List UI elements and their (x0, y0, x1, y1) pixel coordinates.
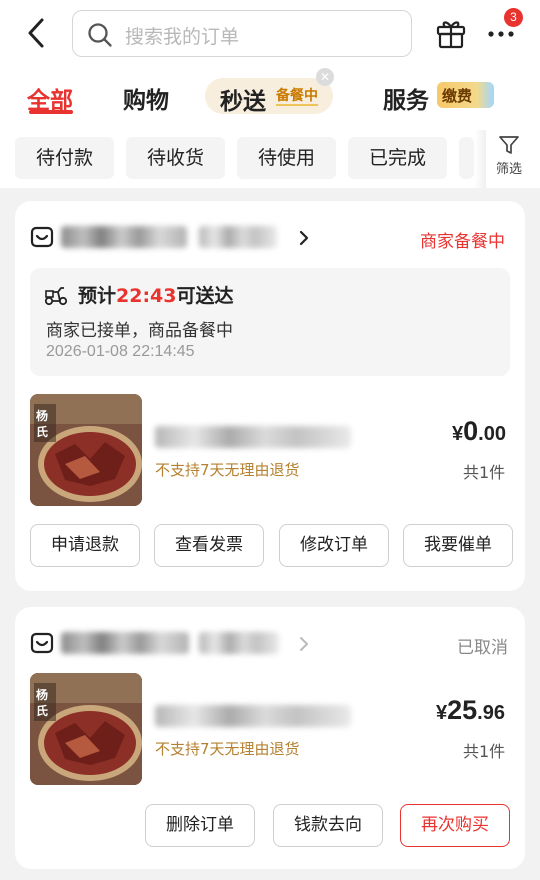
order-status: 已取消 (457, 638, 508, 658)
product-thumbnail[interactable]: 杨 氏 (30, 394, 142, 506)
store-icon (30, 226, 54, 248)
food-image: 杨 氏 (30, 673, 142, 785)
chevron-right-icon[interactable] (297, 229, 311, 247)
active-tab-indicator (29, 110, 73, 114)
refund-tracking-button[interactable]: 钱款去向 (273, 804, 383, 847)
order-card[interactable]: 已取消 杨 氏 不支持7天无理由退货 ¥25.96 共1件 删除订单 钱款去向 … (15, 607, 525, 869)
delete-order-button[interactable]: 删除订单 (145, 804, 255, 847)
search-placeholder: 搜索我的订单 (125, 26, 240, 48)
service-badge: 缴费 (437, 82, 494, 108)
tab-flash-delivery[interactable]: 秒送 备餐中 (205, 78, 333, 115)
funnel-icon (499, 136, 519, 154)
top-bar: 搜索我的订单 3 (0, 0, 540, 68)
notification-badge: 3 (504, 8, 523, 27)
svg-text:氏: 氏 (36, 703, 48, 718)
tab-flash-status: 备餐中 (276, 88, 318, 106)
store-name-redacted (61, 226, 187, 248)
return-policy-note: 不支持7天无理由退货 (155, 740, 300, 758)
category-tabs: 全部 购物 秒送 备餐中 ✕ 服务 缴费 (0, 68, 540, 130)
search-icon (88, 23, 112, 47)
service-badge-label: 缴费 (442, 87, 473, 105)
tab-flash-label: 秒送 (220, 89, 266, 115)
modify-order-button[interactable]: 修改订单 (279, 524, 389, 567)
urge-order-button[interactable]: 我要催单 (403, 524, 513, 567)
item-quantity: 共1件 (463, 463, 506, 482)
store-name-redacted (61, 632, 189, 654)
filter-label: 筛选 (495, 162, 522, 177)
food-image: 杨 氏 (30, 394, 142, 506)
request-refund-button[interactable]: 申请退款 (30, 524, 140, 567)
item-quantity: 共1件 (463, 742, 506, 761)
chevron-right-icon[interactable] (297, 635, 311, 653)
tab-shopping[interactable]: 购物 (123, 81, 169, 115)
svg-text:氏: 氏 (36, 424, 48, 439)
filter-bar: 待付款 待收货 待使用 已完成 筛选 (0, 130, 540, 188)
svg-text:杨: 杨 (36, 687, 48, 702)
filter-chip-completed[interactable]: 已完成 (348, 137, 447, 179)
eta-time: 22:43 (116, 285, 177, 307)
delivery-info-box: 预计22:43可送达 商家已接单，商品备餐中 2026-01-08 22:14:… (30, 268, 510, 376)
gift-icon[interactable] (434, 16, 468, 50)
eta-text: 预计22:43可送达 (78, 285, 234, 307)
filter-chip-pending-payment[interactable]: 待付款 (15, 137, 114, 179)
store-name-redacted (199, 226, 277, 248)
product-name-redacted (155, 426, 351, 448)
tab-service[interactable]: 服务 (383, 81, 429, 115)
view-invoice-button[interactable]: 查看发票 (154, 524, 264, 567)
back-arrow-icon[interactable] (22, 16, 52, 50)
order-card[interactable]: 商家备餐中 预计22:43可送达 商家已接单，商品备餐中 2026-01-08 … (15, 201, 525, 591)
filter-chip-partial[interactable] (459, 137, 474, 179)
return-policy-note: 不支持7天无理由退货 (155, 461, 300, 479)
product-thumbnail[interactable]: 杨 氏 (30, 673, 142, 785)
order-price: ¥25.96 (436, 695, 505, 725)
close-icon[interactable]: ✕ (316, 68, 334, 86)
scroll-fade (474, 130, 486, 188)
merchant-notice: 商家已接单，商品备餐中 (46, 321, 233, 341)
order-price: ¥0.00 (452, 416, 506, 446)
order-timestamp: 2026-01-08 22:14:45 (46, 343, 195, 360)
filter-chip-pending-use[interactable]: 待使用 (237, 137, 336, 179)
filter-chip-pending-receipt[interactable]: 待收货 (126, 137, 225, 179)
store-name-redacted (199, 632, 279, 654)
buy-again-button[interactable]: 再次购买 (400, 804, 510, 847)
order-status: 商家备餐中 (420, 232, 505, 252)
product-name-redacted (155, 705, 351, 727)
svg-text:杨: 杨 (36, 408, 48, 423)
store-icon (30, 632, 54, 654)
delivery-scooter-icon (44, 287, 68, 306)
filter-button[interactable]: 筛选 (486, 134, 532, 182)
search-input[interactable]: 搜索我的订单 (72, 10, 412, 57)
